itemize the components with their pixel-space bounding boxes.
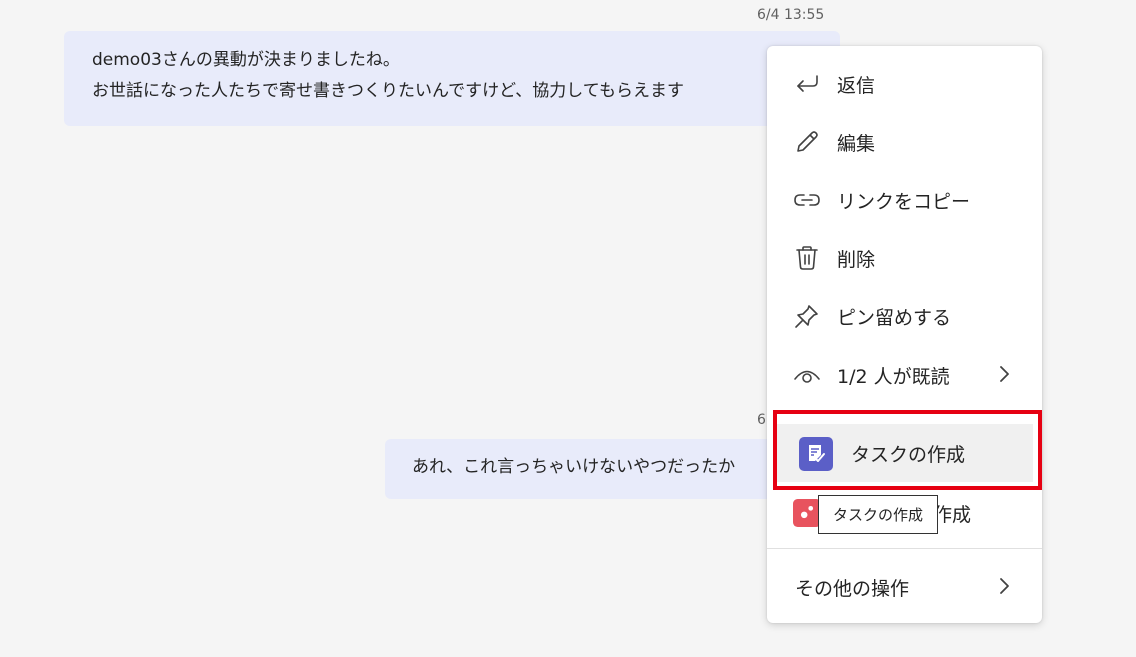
- menu-item-edit[interactable]: 編集: [767, 119, 1042, 165]
- menu-item-more-actions[interactable]: その他の操作: [767, 564, 1042, 610]
- menu-item-label: 削除: [837, 248, 876, 271]
- app-icon: [793, 499, 821, 527]
- menu-item-label: リンクをコピー: [837, 190, 971, 213]
- message-timestamp: 6/4 13:55: [757, 7, 825, 23]
- reply-icon: [793, 72, 821, 96]
- menu-item-label: ピン留めする: [837, 306, 952, 329]
- tooltip: タスクの作成: [818, 495, 938, 534]
- menu-item-read-receipts[interactable]: 1/2 人が既読: [767, 352, 1042, 398]
- chat-pane: 6/4 13:55 demo03さんの異動が決まりましたね。 お世話になった人た…: [0, 0, 1136, 657]
- pencil-icon: [793, 130, 821, 154]
- message-text-line: demo03さんの異動が決まりましたね。: [92, 50, 400, 70]
- menu-item-copy-link[interactable]: リンクをコピー: [767, 177, 1042, 223]
- eye-icon: [793, 363, 821, 387]
- menu-item-pin[interactable]: ピン留めする: [767, 293, 1042, 339]
- message-text-line: あれ、これ言っちゃいけないやつだったか: [412, 457, 736, 477]
- message-context-menu: 返信 編集 リンクをコピー 削除 ピン留めする 1/2 人が既読 タスクの作成 …: [767, 46, 1042, 623]
- message-timestamp: 6: [757, 412, 766, 428]
- message-text-line: お世話になった人たちで寄せ書きつくりたいんですけど、協力してもらえます: [92, 81, 684, 101]
- pin-icon: [793, 304, 821, 328]
- menu-item-delete[interactable]: 削除: [767, 235, 1042, 281]
- menu-item-label: 1/2 人が既読: [837, 365, 950, 388]
- menu-item-label: 返信: [837, 74, 876, 97]
- highlight-annotation-box: [773, 410, 1042, 490]
- menu-item-label: 作成: [933, 503, 972, 526]
- menu-divider: [767, 548, 1042, 549]
- trash-icon: [793, 246, 821, 270]
- link-icon: [793, 188, 821, 212]
- chevron-right-icon: [998, 364, 1010, 388]
- menu-item-reply[interactable]: 返信: [767, 61, 1042, 107]
- menu-item-label: 編集: [837, 132, 876, 155]
- menu-item-label: その他の操作: [795, 577, 910, 600]
- chevron-right-icon: [998, 576, 1010, 600]
- message-bubble[interactable]: demo03さんの異動が決まりましたね。 お世話になった人たちで寄せ書きつくりた…: [64, 31, 840, 126]
